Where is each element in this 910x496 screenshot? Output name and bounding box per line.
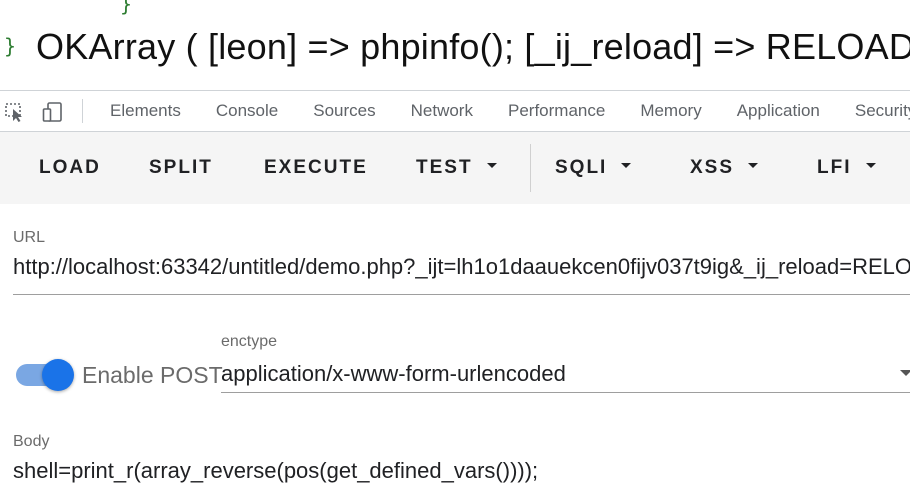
post-toggle-label: Enable POST (82, 362, 223, 388)
split-button[interactable]: SPLIT (149, 132, 213, 204)
tab-sources[interactable]: Sources (313, 91, 375, 131)
tab-security[interactable]: Security (855, 91, 910, 131)
code-brace-left: } (4, 34, 17, 58)
inspect-cursor-icon[interactable] (4, 101, 26, 123)
tab-elements[interactable]: Elements (110, 91, 181, 131)
xss-menu-label: XSS (690, 157, 735, 178)
devtools-tab-bar: Elements Console Sources Network Perform… (0, 90, 910, 132)
test-menu-button[interactable]: TEST (416, 132, 497, 204)
page-output: } } OKArray ( [leon] => phpinfo(); [_ij_… (0, 0, 910, 90)
chevron-down-icon (486, 163, 497, 169)
sqli-menu-button[interactable]: SQLI (555, 132, 632, 204)
enctype-underline (221, 392, 910, 393)
body-input[interactable]: shell=print_r(array_reverse(pos(get_defi… (13, 458, 910, 484)
enctype-select[interactable]: application/x-www-form-urlencoded (221, 361, 891, 387)
url-underline (13, 294, 910, 295)
sqli-menu-label: SQLI (555, 157, 608, 178)
tab-application[interactable]: Application (737, 91, 820, 131)
code-brace-top: } (120, 0, 133, 16)
page: } } OKArray ( [leon] => phpinfo(); [_ij_… (0, 0, 910, 496)
tab-performance[interactable]: Performance (508, 91, 605, 131)
lfi-menu-label: LFI (817, 157, 852, 178)
xss-menu-button[interactable]: XSS (690, 132, 759, 204)
tab-network[interactable]: Network (411, 91, 473, 131)
hackbar-toolbar: LOAD SPLIT EXECUTE TEST SQLI XSS LFI (0, 132, 910, 204)
toolbar-separator (530, 144, 531, 192)
chevron-down-icon[interactable] (900, 370, 910, 376)
lfi-menu-button[interactable]: LFI (817, 132, 876, 204)
url-label: URL (13, 229, 46, 246)
execute-button[interactable]: EXECUTE (264, 132, 368, 204)
chevron-down-icon (748, 163, 759, 169)
devtools-tabs: Elements Console Sources Network Perform… (110, 91, 910, 131)
output-text: OKArray ( [leon] => phpinfo(); [_ij_relo… (36, 26, 910, 67)
body-label: Body (13, 433, 50, 450)
url-input[interactable]: http://localhost:63342/untitled/demo.php… (13, 254, 910, 280)
tab-console[interactable]: Console (216, 91, 278, 131)
post-toggle-switch[interactable] (42, 359, 74, 391)
chevron-down-icon (621, 163, 632, 169)
device-toolbar-icon[interactable] (42, 101, 64, 123)
enctype-label: enctype (221, 333, 278, 350)
tab-memory[interactable]: Memory (640, 91, 701, 131)
test-menu-label: TEST (416, 157, 473, 178)
devtools-separator (82, 99, 83, 123)
load-button[interactable]: LOAD (39, 132, 101, 204)
chevron-down-icon (865, 163, 876, 169)
